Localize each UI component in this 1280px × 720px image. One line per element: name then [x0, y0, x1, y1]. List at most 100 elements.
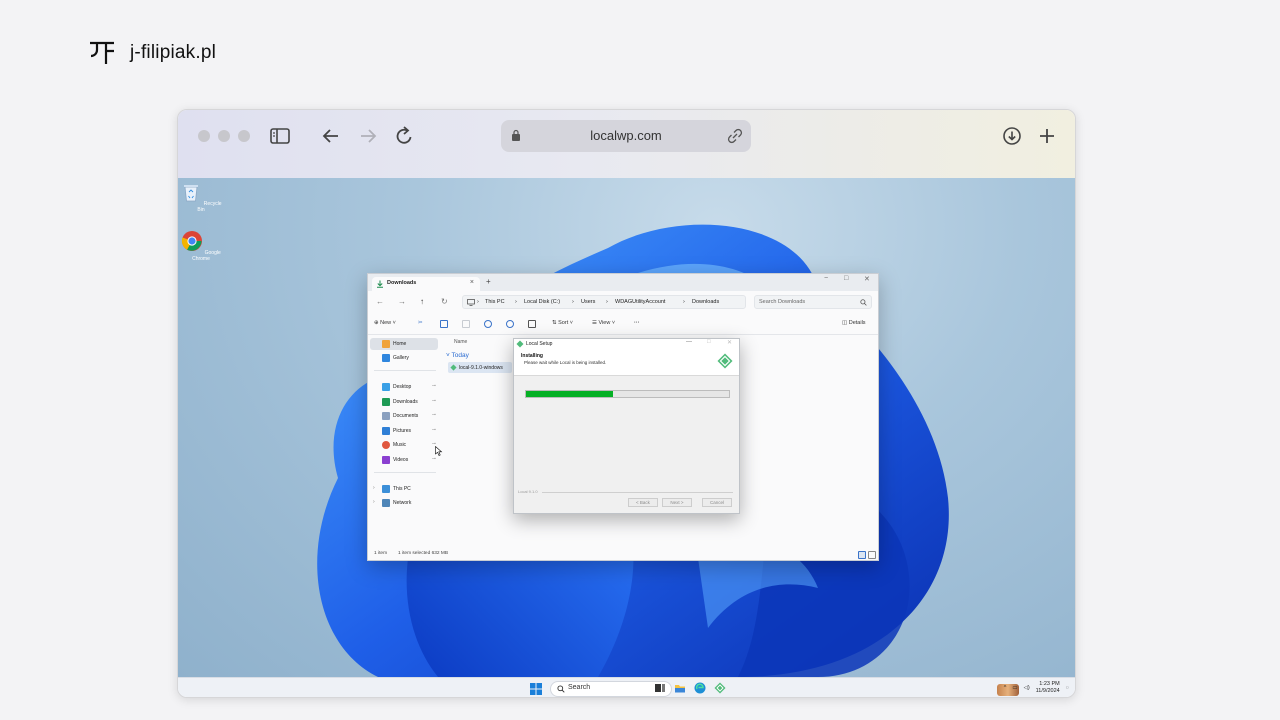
browser-toolbar: localwp.com	[178, 110, 1075, 178]
pin-icon[interactable]: ⊸	[432, 398, 436, 404]
tiles-view-icon[interactable]	[868, 551, 876, 559]
network-tray-icon[interactable]: ▭	[1012, 685, 1017, 691]
tab-close-icon[interactable]: ×	[470, 279, 474, 286]
task-view-icon[interactable]	[654, 682, 666, 694]
share-icon[interactable]	[506, 320, 514, 328]
minimize-dot[interactable]	[218, 130, 230, 142]
network-icon	[382, 499, 390, 507]
dialog-minimize-icon[interactable]: —	[686, 339, 692, 345]
brand-name: j-filipiak.pl	[130, 42, 217, 63]
pin-icon[interactable]: ⊸	[432, 456, 436, 462]
expand-chevron-icon[interactable]: ›	[373, 485, 375, 491]
url-text: localwp.com	[590, 128, 662, 143]
sidebar-item-network[interactable]: › Network	[370, 497, 438, 509]
maximize-dot[interactable]	[238, 130, 250, 142]
sidebar-item-this-pc[interactable]: › This PC	[370, 483, 438, 495]
back-arrow-icon[interactable]	[319, 124, 343, 148]
maximize-icon[interactable]: □	[844, 275, 848, 282]
sidebar-item-documents[interactable]: Documents ⊸	[370, 410, 438, 422]
tab-downloads[interactable]: Downloads ×	[372, 277, 480, 291]
search-icon	[860, 299, 867, 306]
paste-icon[interactable]	[462, 320, 470, 328]
forward-icon[interactable]: →	[398, 297, 406, 306]
sort-button[interactable]: ⇅ Sort ˅	[552, 320, 573, 326]
dialog-close-icon: ✕	[727, 340, 733, 346]
expand-chevron-icon[interactable]: ›	[373, 499, 375, 505]
view-button[interactable]: ☰ View ˅	[592, 320, 615, 326]
sidebar-toggle-icon[interactable]	[268, 124, 292, 148]
explorer-tab-strip: Downloads × + − □ ✕	[368, 274, 878, 291]
sidebar-item-downloads[interactable]: Downloads ⊸	[370, 396, 438, 408]
breadcrumb-sep: ›	[515, 299, 517, 305]
reload-icon[interactable]	[392, 124, 416, 148]
desktop-icon-chrome[interactable]: Google Chrome	[178, 230, 224, 262]
breadcrumb-item[interactable]: Downloads	[692, 299, 719, 305]
taskbar-search-label: Search	[568, 684, 591, 691]
next-button[interactable]: Next >	[662, 498, 692, 507]
volume-icon[interactable]: ◁)	[1024, 685, 1030, 691]
up-icon[interactable]: ↑	[420, 297, 424, 306]
sidebar-item-home[interactable]: Home	[370, 338, 438, 350]
install-progress-bar	[525, 390, 730, 398]
local-taskbar-icon[interactable]	[714, 682, 726, 694]
desktop-icon-recycle-bin[interactable]: Recycle Bin	[178, 181, 224, 213]
local-logo-icon	[717, 353, 733, 369]
window-controls	[198, 130, 250, 142]
breadcrumb[interactable]: › This PC › Local Disk (C:) › Users › WD…	[462, 295, 746, 309]
home-icon	[382, 340, 390, 348]
chrome-icon	[182, 231, 203, 251]
edge-icon[interactable]	[694, 682, 706, 694]
search-downloads-field[interactable]: Search Downloads	[754, 295, 872, 309]
tray-chevron-up-icon[interactable]: ^	[1004, 685, 1007, 691]
column-header-name[interactable]: Name	[454, 339, 467, 345]
file-explorer-taskbar-icon[interactable]	[674, 682, 686, 694]
notification-bell-icon[interactable]: ◌	[1066, 685, 1069, 691]
music-folder-icon	[382, 441, 390, 449]
list-item[interactable]: local-9.1.0-windows	[448, 362, 512, 373]
breadcrumb-item[interactable]: Local Disk (C:)	[524, 299, 560, 305]
delete-icon[interactable]	[528, 320, 536, 328]
close-dot[interactable]	[198, 130, 210, 142]
sidebar-item-pictures[interactable]: Pictures ⊸	[370, 425, 438, 437]
cancel-button[interactable]: Cancel	[702, 498, 732, 507]
local-installer-icon	[450, 364, 457, 371]
pin-icon[interactable]: ⊸	[432, 412, 436, 418]
share-link-icon[interactable]	[727, 128, 743, 144]
clock[interactable]: 1:23 PM 11/9/2024	[1036, 681, 1060, 695]
pin-icon[interactable]: ⊸	[432, 383, 436, 389]
close-icon[interactable]: ✕	[864, 275, 870, 283]
back-icon[interactable]: ←	[376, 297, 384, 306]
sidebar-item-videos[interactable]: Videos ⊸	[370, 454, 438, 466]
address-bar[interactable]: localwp.com	[501, 120, 751, 152]
sidebar-item-desktop[interactable]: Desktop ⊸	[370, 381, 438, 393]
windows-start-icon[interactable]	[530, 683, 542, 695]
command-bar: ⊕ New ˅ ✂ ⇅ Sort ˅ ☰ View ˅ ··· ◫ Detail…	[368, 313, 878, 335]
download-arrow-icon	[377, 280, 383, 288]
recycle-bin-icon	[184, 185, 199, 202]
minimize-icon[interactable]: −	[824, 275, 828, 282]
downloads-icon[interactable]	[1000, 124, 1024, 148]
breadcrumb-item[interactable]: Users	[581, 299, 595, 305]
new-tab-plus-icon[interactable]	[1035, 124, 1059, 148]
refresh-icon[interactable]: ↻	[441, 297, 448, 306]
forward-arrow-icon[interactable]	[356, 124, 380, 148]
sidebar-item-music[interactable]: Music ⊸	[370, 439, 438, 451]
pin-icon[interactable]: ⊸	[432, 427, 436, 433]
breadcrumb-item[interactable]: WDAGUtilityAccount	[615, 299, 665, 305]
copy-icon[interactable]	[440, 320, 448, 328]
details-view-icon[interactable]	[858, 551, 866, 559]
sidebar-item-gallery[interactable]: Gallery	[370, 352, 438, 364]
cut-icon[interactable]: ✂	[418, 320, 423, 326]
new-tab-icon[interactable]: +	[486, 277, 491, 286]
divider	[374, 472, 436, 473]
group-header-today[interactable]: ˅ Today	[446, 352, 469, 359]
more-options-button[interactable]: ···	[634, 320, 640, 326]
new-button[interactable]: ⊕ New ˅	[374, 320, 396, 326]
windows-taskbar: Search ^ ▭ ◁) 1:23 PM 11/9/2024 ◌	[178, 677, 1075, 697]
search-placeholder: Search Downloads	[759, 299, 806, 305]
rename-icon[interactable]	[484, 320, 492, 328]
details-button[interactable]: ◫ Details	[842, 320, 866, 326]
breadcrumb-item[interactable]: This PC	[485, 299, 505, 305]
brand-logo-icon	[90, 41, 114, 64]
back-button[interactable]: < Back	[628, 498, 658, 507]
